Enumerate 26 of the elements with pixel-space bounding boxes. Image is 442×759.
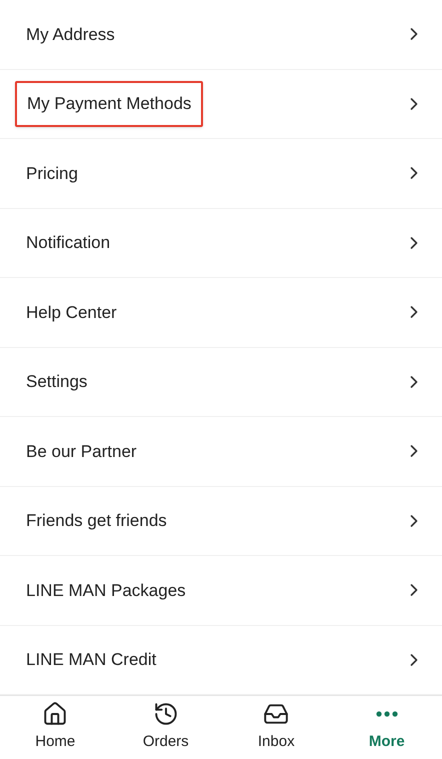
menu-label: LINE MAN Credit [26,649,156,671]
menu-item[interactable]: My Payment Methods [0,70,442,139]
menu-item[interactable]: Pricing [0,139,442,208]
menu-label: Friends get friends [26,510,167,532]
menu-label: Pricing [26,162,78,184]
nav-tab[interactable]: More [332,696,442,759]
nav-tab[interactable]: Orders [110,696,221,759]
menu-item[interactable]: Help Center [0,278,442,348]
more-icon [376,711,398,718]
menu-item[interactable]: Notification [0,208,442,278]
menu-label: Be our Partner [26,440,137,462]
menu-label: Notification [26,232,110,254]
menu-item[interactable]: Friends get friends [0,486,442,556]
history-icon [152,701,179,728]
menu-item[interactable]: Settings [0,348,442,417]
menu-label: My Address [26,24,115,46]
menu-label: Settings [26,371,88,393]
nav-tab[interactable]: Inbox [221,696,332,759]
menu-label: Help Center [26,302,117,324]
menu-label: LINE MAN Packages [26,580,186,602]
menu-label: My Payment Methods [15,81,204,126]
nav-tab[interactable]: Home [0,696,110,759]
menu-item[interactable]: Be our Partner [0,417,442,486]
menu-item[interactable]: LINE MAN Packages [0,556,442,626]
menu-item[interactable]: My Address [0,0,442,70]
home-icon [42,701,68,728]
